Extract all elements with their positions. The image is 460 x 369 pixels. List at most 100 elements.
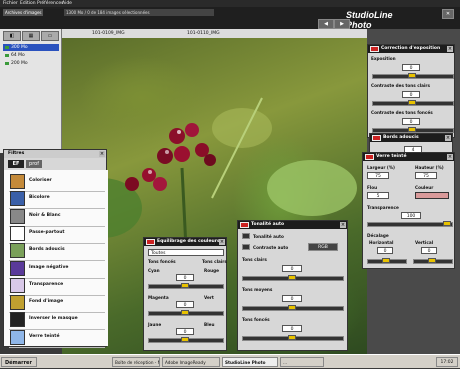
filter-label: Inverser le masque bbox=[29, 316, 78, 322]
palette-title[interactable]: Equilibrage des couleurs bbox=[144, 238, 226, 246]
palette-title[interactable]: Verre teinté bbox=[363, 153, 454, 161]
album-item[interactable]: 200 Mo bbox=[3, 60, 59, 67]
album-item[interactable]: 300 Mo bbox=[3, 44, 59, 51]
filter-label: Fond d'image bbox=[29, 299, 64, 305]
slider-thumb[interactable] bbox=[181, 283, 189, 288]
slider-thumb[interactable] bbox=[181, 337, 189, 342]
menu-fichier[interactable]: Fichier bbox=[3, 1, 18, 6]
palette-title[interactable]: Correction d'exposition bbox=[368, 45, 454, 53]
slider-thumb[interactable] bbox=[382, 258, 390, 263]
tone-value[interactable]: 0 bbox=[282, 325, 302, 332]
horizontal-label: Horizontal bbox=[369, 240, 394, 245]
highlight-contrast-value[interactable]: 0 bbox=[402, 91, 420, 98]
album-tab-3[interactable]: ▭ bbox=[41, 31, 59, 41]
close-icon[interactable]: × bbox=[219, 239, 225, 245]
color-swatch[interactable] bbox=[415, 192, 449, 199]
slider-thumb[interactable] bbox=[428, 258, 436, 263]
couleur-label: Couleur bbox=[415, 185, 434, 190]
filter-list: Coloriser Bicolore Noir & Blanc Passe-parto… bbox=[4, 170, 108, 348]
slider-thumb[interactable] bbox=[408, 100, 416, 105]
palette-icon bbox=[146, 239, 155, 245]
slider-left-label: Cyan bbox=[148, 268, 160, 273]
width-field[interactable]: 75 bbox=[367, 172, 389, 179]
menu-preferences[interactable]: Préférences bbox=[37, 1, 63, 6]
tone-value[interactable]: 0 bbox=[282, 265, 302, 272]
palette-title[interactable]: Bords adoucis bbox=[370, 134, 452, 142]
back-button[interactable]: ◀ bbox=[318, 19, 334, 29]
slider-label: Contraste des tons foncés bbox=[371, 110, 433, 115]
filter-item[interactable]: Verre teinté bbox=[9, 328, 105, 348]
auto-tone-palette: Tonalité auto × Tonalité auto Contraste … bbox=[237, 220, 348, 351]
menu-aide[interactable]: Aide bbox=[62, 1, 72, 6]
verre-teinte-icon bbox=[10, 329, 25, 345]
transparence-slider[interactable] bbox=[367, 222, 453, 227]
selection-info: 1300 Mo / 0 de 184 images sélectionnées bbox=[64, 9, 214, 16]
palette-icon bbox=[370, 46, 379, 52]
auto-tone-option: Tonalité auto bbox=[253, 234, 284, 239]
shadows-label: Tons foncés bbox=[148, 259, 176, 264]
slider-right-label: Rouge bbox=[204, 268, 219, 273]
close-icon[interactable]: × bbox=[447, 46, 453, 52]
horizontal-field[interactable]: 0 bbox=[377, 247, 393, 254]
negative-icon bbox=[10, 260, 25, 276]
slider-label: Tons foncés bbox=[242, 317, 270, 322]
exposure-value[interactable]: 0 bbox=[402, 64, 420, 71]
height-field[interactable]: 75 bbox=[415, 172, 437, 179]
folder-icon bbox=[5, 54, 9, 57]
transparence-icon bbox=[10, 277, 25, 293]
color-balance-value[interactable]: 0 bbox=[176, 328, 194, 335]
auto-contrast-option: Contraste auto bbox=[253, 245, 289, 250]
folder-icon bbox=[5, 46, 9, 49]
flou-field[interactable]: 5 bbox=[367, 192, 389, 199]
menu-edition[interactable]: Edition bbox=[20, 1, 36, 6]
album-tab-1[interactable]: ◧ bbox=[3, 31, 21, 41]
taskbar-item[interactable]: StudioLine Photo bbox=[222, 357, 278, 367]
highlights-label: Tons clairs bbox=[202, 259, 227, 264]
rgb-button[interactable]: RGB bbox=[308, 243, 338, 251]
vertical-field[interactable]: 0 bbox=[421, 247, 437, 254]
archive-dropdown[interactable]: Archives d'images bbox=[3, 9, 43, 16]
shadow-contrast-value[interactable]: 0 bbox=[402, 118, 420, 125]
album-item[interactable]: 64 Mo bbox=[3, 52, 59, 59]
thumbnail-strip: 101-0109_IMG 101-0110_IMG bbox=[62, 29, 367, 38]
auto-tone-toggle[interactable] bbox=[242, 233, 250, 239]
slider-thumb[interactable] bbox=[408, 127, 416, 132]
taskbar-item[interactable]: Boîte de réception - M... bbox=[112, 357, 160, 367]
taskbar-item[interactable]: ... bbox=[280, 357, 324, 367]
slider-thumb[interactable] bbox=[288, 305, 296, 310]
height-label: Hauteur (%) bbox=[415, 165, 444, 170]
filter-tab-prof[interactable]: prof bbox=[26, 160, 42, 168]
close-app-button[interactable]: ✕ bbox=[442, 9, 454, 19]
slider-thumb[interactable] bbox=[288, 275, 296, 280]
thumbnail-filename[interactable]: 101-0109_IMG bbox=[92, 31, 125, 36]
forward-button[interactable]: ▶ bbox=[334, 19, 350, 29]
filter-label: Passe-partout bbox=[29, 229, 65, 235]
menu-bar: Fichier Edition Préférences Aide bbox=[0, 0, 460, 7]
slider-thumb[interactable] bbox=[181, 310, 189, 315]
filter-label: Bicolore bbox=[29, 195, 50, 201]
slider-thumb[interactable] bbox=[443, 221, 451, 226]
slider-label: Tons clairs bbox=[242, 257, 267, 262]
close-icon[interactable]: × bbox=[340, 222, 346, 228]
filter-tab-ef[interactable]: EF bbox=[8, 160, 24, 168]
close-icon[interactable]: × bbox=[99, 151, 105, 157]
range-dropdown[interactable]: Toutes bbox=[148, 249, 224, 256]
auto-contrast-toggle[interactable] bbox=[242, 244, 250, 250]
color-balance-value[interactable]: 0 bbox=[176, 301, 194, 308]
palette-title[interactable]: Filtres bbox=[4, 150, 106, 158]
slider-thumb[interactable] bbox=[288, 335, 296, 340]
close-icon[interactable]: × bbox=[447, 154, 453, 160]
close-icon[interactable]: × bbox=[445, 135, 451, 141]
palette-title[interactable]: Tonalité auto bbox=[238, 221, 347, 229]
thumbnail-filename[interactable]: 101-0110_IMG bbox=[187, 31, 220, 36]
slider-left-label: Jaune bbox=[148, 322, 162, 327]
decalage-label: Décalage bbox=[367, 233, 389, 238]
tone-value[interactable]: 0 bbox=[282, 295, 302, 302]
taskbar-item[interactable]: Adobe ImageReady bbox=[162, 357, 220, 367]
slider-thumb[interactable] bbox=[408, 73, 416, 78]
transparence-label: Transparence bbox=[367, 205, 399, 210]
transparence-field[interactable]: 100 bbox=[401, 212, 421, 219]
album-tab-2[interactable]: ▦ bbox=[22, 31, 40, 41]
color-balance-value[interactable]: 0 bbox=[176, 274, 194, 281]
slider-right-label: Vert bbox=[204, 295, 214, 300]
